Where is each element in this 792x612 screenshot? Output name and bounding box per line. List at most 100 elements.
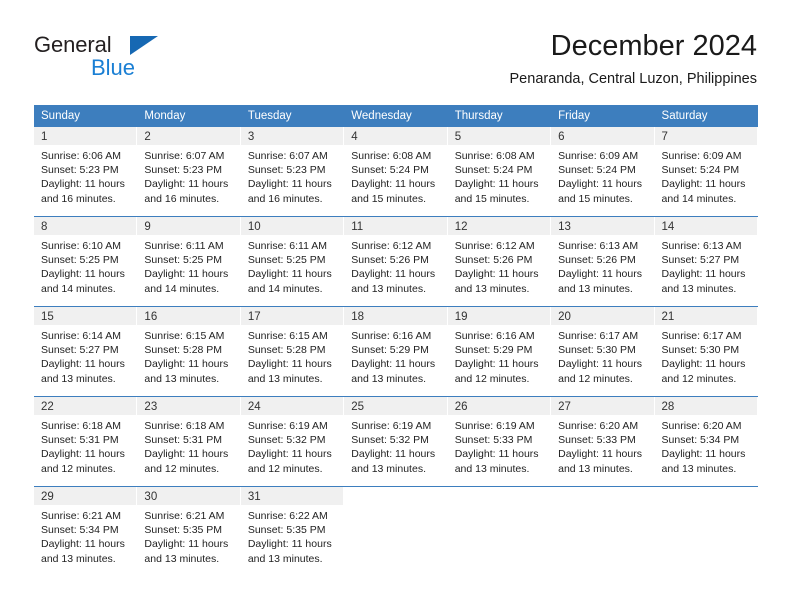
calendar-day-cell[interactable]: 15 Sunrise: 6:14 AM Sunset: 5:27 PM Dayligh… bbox=[34, 306, 138, 397]
calendar-day-cell[interactable]: 18 Sunrise: 6:16 AM Sunset: 5:29 PM Dayligh… bbox=[344, 306, 448, 397]
calendar-day-cell[interactable]: 28 Sunrise: 6:20 AM Sunset: 5:34 PM Dayligh… bbox=[654, 396, 758, 487]
calendar-day-cell[interactable]: 24 Sunrise: 6:19 AM Sunset: 5:32 PM Dayligh… bbox=[240, 396, 345, 487]
calendar-day-cell[interactable]: 1 Sunrise: 6:06 AM Sunset: 5:23 PM Daylight… bbox=[34, 127, 138, 217]
sunset-text: Sunset: 5:27 PM bbox=[41, 344, 119, 357]
calendar-day-cell[interactable]: 9 Sunrise: 6:11 AM Sunset: 5:25 PM Daylight… bbox=[137, 216, 241, 307]
calendar-week-row: 1 Sunrise: 6:06 AM Sunset: 5:23 PM Daylight… bbox=[34, 127, 758, 217]
weekday-header-friday: Friday bbox=[551, 105, 655, 127]
daylight-text-line1: Daylight: 11 hours bbox=[454, 268, 539, 281]
daylight-text-line1: Daylight: 11 hours bbox=[558, 448, 642, 461]
daylight-text-line1: Daylight: 11 hours bbox=[144, 268, 229, 281]
calendar-day-cell[interactable]: 30 Sunrise: 6:21 AM Sunset: 5:35 PM Dayligh… bbox=[137, 486, 241, 576]
calendar-day-cell[interactable]: 23 Sunrise: 6:18 AM Sunset: 5:31 PM Dayligh… bbox=[137, 396, 241, 487]
daylight-text-line1: Daylight: 11 hours bbox=[558, 268, 642, 281]
day-number: 19 bbox=[454, 311, 468, 323]
daylight-text-line1: Daylight: 11 hours bbox=[247, 268, 332, 281]
daylight-text-line1: Daylight: 11 hours bbox=[661, 358, 746, 371]
calendar-page: General Blue December 2024 Penaranda, Ce… bbox=[0, 0, 792, 612]
daylight-text-line2: and 13 minutes. bbox=[351, 282, 426, 295]
calendar-day-cell[interactable]: 10 Sunrise: 6:11 AM Sunset: 5:25 PM Dayligh… bbox=[240, 216, 345, 307]
sunrise-text: Sunrise: 6:08 AM bbox=[351, 150, 432, 162]
weekday-header-saturday: Saturday bbox=[654, 105, 758, 127]
calendar-day-cell[interactable]: 3 Sunrise: 6:07 AM Sunset: 5:23 PM Daylight… bbox=[240, 127, 345, 217]
sunset-text: Sunset: 5:30 PM bbox=[661, 344, 740, 357]
daylight-text-line2: and 16 minutes. bbox=[247, 192, 323, 205]
sunset-text: Sunset: 5:33 PM bbox=[454, 434, 533, 447]
daylight-text-line2: and 16 minutes. bbox=[144, 192, 220, 205]
calendar-week-row: 22 Sunrise: 6:18 AM Sunset: 5:31 PM Dayligh… bbox=[34, 396, 758, 487]
daylight-text-line2: and 16 minutes. bbox=[41, 192, 116, 205]
calendar-day-cell[interactable]: 12 Sunrise: 6:12 AM Sunset: 5:26 PM Dayligh… bbox=[447, 216, 552, 307]
sunrise-text: Sunrise: 6:19 AM bbox=[454, 420, 535, 432]
sunset-text: Sunset: 5:27 PM bbox=[661, 254, 740, 267]
daylight-text-line1: Daylight: 11 hours bbox=[247, 178, 332, 191]
calendar-day-cell[interactable]: 19 Sunrise: 6:16 AM Sunset: 5:29 PM Dayligh… bbox=[447, 306, 552, 397]
daylight-text-line1: Daylight: 11 hours bbox=[454, 178, 539, 191]
general-blue-logo[interactable]: General Blue bbox=[34, 32, 234, 84]
calendar-day-cell[interactable]: 29 Sunrise: 6:21 AM Sunset: 5:34 PM Dayligh… bbox=[34, 486, 138, 576]
sunrise-text: Sunrise: 6:16 AM bbox=[351, 330, 432, 342]
day-number: 24 bbox=[247, 401, 261, 413]
calendar-day-cell[interactable]: 4 Sunrise: 6:08 AM Sunset: 5:24 PM Daylight… bbox=[344, 127, 448, 217]
daylight-text-line1: Daylight: 11 hours bbox=[351, 178, 436, 191]
calendar-day-cell[interactable]: 21 Sunrise: 6:17 AM Sunset: 5:30 PM Dayligh… bbox=[654, 306, 758, 397]
sunrise-text: Sunrise: 6:22 AM bbox=[247, 510, 328, 522]
daylight-text-line2: and 13 minutes. bbox=[558, 282, 633, 295]
sunset-text: Sunset: 5:24 PM bbox=[454, 164, 533, 177]
sunset-text: Sunset: 5:29 PM bbox=[351, 344, 429, 357]
calendar-week-row: 29 Sunrise: 6:21 AM Sunset: 5:34 PM Dayligh… bbox=[34, 486, 758, 576]
sunrise-text: Sunrise: 6:09 AM bbox=[661, 150, 742, 162]
day-number: 31 bbox=[247, 491, 261, 503]
calendar-day-cell[interactable]: 2 Sunrise: 6:07 AM Sunset: 5:23 PM Daylight… bbox=[137, 127, 241, 217]
daylight-text-line2: and 13 minutes. bbox=[144, 552, 220, 565]
sunrise-text: Sunrise: 6:15 AM bbox=[247, 330, 328, 342]
calendar-day-cell[interactable]: 20 Sunrise: 6:17 AM Sunset: 5:30 PM Dayligh… bbox=[551, 306, 655, 397]
calendar-day-cell[interactable]: 22 Sunrise: 6:18 AM Sunset: 5:31 PM Dayligh… bbox=[34, 396, 138, 487]
sunset-text: Sunset: 5:26 PM bbox=[558, 254, 636, 267]
calendar-day-cell[interactable]: 6 Sunrise: 6:09 AM Sunset: 5:24 PM Daylight… bbox=[551, 127, 655, 217]
calendar-day-cell[interactable]: 26 Sunrise: 6:19 AM Sunset: 5:33 PM Dayligh… bbox=[447, 396, 552, 487]
day-number: 1 bbox=[41, 131, 48, 143]
daylight-text-line1: Daylight: 11 hours bbox=[454, 448, 539, 461]
sunset-text: Sunset: 5:32 PM bbox=[351, 434, 429, 447]
daylight-text-line1: Daylight: 11 hours bbox=[144, 358, 229, 371]
calendar-day-cell[interactable]: 13 Sunrise: 6:13 AM Sunset: 5:26 PM Dayligh… bbox=[551, 216, 655, 307]
page-header: General Blue December 2024 Penaranda, Ce… bbox=[34, 28, 757, 96]
page-title: December 2024 bbox=[550, 30, 757, 62]
calendar-day-cell[interactable]: 17 Sunrise: 6:15 AM Sunset: 5:28 PM Dayligh… bbox=[240, 306, 345, 397]
sunset-text: Sunset: 5:25 PM bbox=[144, 254, 223, 267]
calendar-day-cell[interactable]: 14 Sunrise: 6:13 AM Sunset: 5:27 PM Dayligh… bbox=[654, 216, 758, 307]
sunset-text: Sunset: 5:29 PM bbox=[454, 344, 533, 357]
calendar-day-cell[interactable]: 5 Sunrise: 6:08 AM Sunset: 5:24 PM Daylight… bbox=[447, 127, 552, 217]
day-number: 12 bbox=[454, 221, 468, 233]
calendar-day-cell[interactable]: 7 Sunrise: 6:09 AM Sunset: 5:24 PM Daylight… bbox=[654, 127, 758, 217]
day-number: 4 bbox=[351, 131, 358, 143]
calendar-day-cell[interactable]: 8 Sunrise: 6:10 AM Sunset: 5:25 PM Daylight… bbox=[34, 216, 138, 307]
daylight-text-line1: Daylight: 11 hours bbox=[351, 448, 436, 461]
sunset-text: Sunset: 5:31 PM bbox=[41, 434, 119, 447]
daylight-text-line2: and 12 minutes. bbox=[41, 462, 116, 475]
sunrise-text: Sunrise: 6:21 AM bbox=[41, 510, 121, 522]
calendar-day-cell[interactable]: 27 Sunrise: 6:20 AM Sunset: 5:33 PM Dayligh… bbox=[551, 396, 655, 487]
sunset-text: Sunset: 5:34 PM bbox=[661, 434, 740, 447]
daylight-text-line1: Daylight: 11 hours bbox=[41, 538, 125, 551]
calendar-day-cell[interactable]: 25 Sunrise: 6:19 AM Sunset: 5:32 PM Dayligh… bbox=[344, 396, 448, 487]
sunrise-text: Sunrise: 6:16 AM bbox=[454, 330, 535, 342]
calendar-day-cell[interactable]: 16 Sunrise: 6:15 AM Sunset: 5:28 PM Dayligh… bbox=[137, 306, 241, 397]
daylight-text-line2: and 14 minutes. bbox=[247, 282, 323, 295]
sunset-text: Sunset: 5:23 PM bbox=[144, 164, 223, 177]
calendar-day-cell[interactable]: 11 Sunrise: 6:12 AM Sunset: 5:26 PM Dayligh… bbox=[344, 216, 448, 307]
calendar-day-cell[interactable]: 31 Sunrise: 6:22 AM Sunset: 5:35 PM Dayligh… bbox=[240, 486, 345, 576]
sunset-text: Sunset: 5:35 PM bbox=[247, 524, 326, 537]
daylight-text-line2: and 12 minutes. bbox=[454, 372, 530, 385]
sunrise-text: Sunrise: 6:17 AM bbox=[558, 330, 639, 342]
day-number: 21 bbox=[661, 311, 675, 323]
sunrise-text: Sunrise: 6:12 AM bbox=[351, 240, 432, 252]
sunset-text: Sunset: 5:32 PM bbox=[247, 434, 326, 447]
logo-text-blue: Blue bbox=[91, 55, 136, 80]
weekday-header-tuesday: Tuesday bbox=[240, 105, 345, 127]
daylight-text-line2: and 13 minutes. bbox=[41, 372, 116, 385]
weekday-header-sunday: Sunday bbox=[34, 105, 138, 127]
calendar-day-cell-empty bbox=[551, 486, 655, 576]
sunrise-text: Sunrise: 6:11 AM bbox=[247, 240, 328, 252]
